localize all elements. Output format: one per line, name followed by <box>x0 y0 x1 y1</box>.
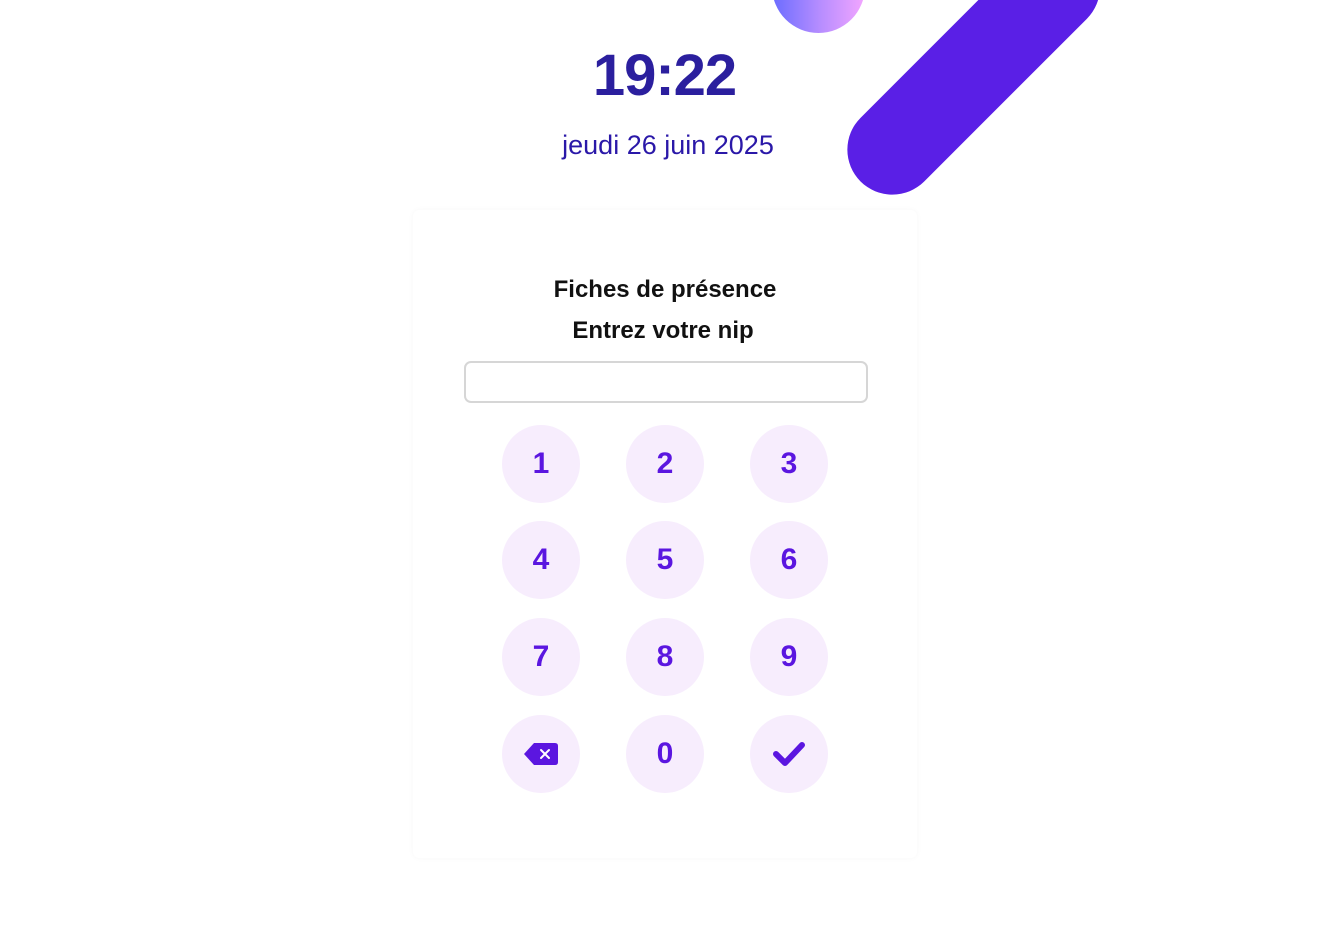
backspace-icon <box>523 742 559 766</box>
keypad-key-3[interactable]: 3 <box>750 425 828 503</box>
keypad-key-4[interactable]: 4 <box>502 521 580 599</box>
card-subtitle: Entrez votre nip <box>572 317 754 344</box>
keypad-key-5[interactable]: 5 <box>626 521 704 599</box>
clock-time: 19:22 <box>592 43 737 108</box>
checkmark-icon <box>772 740 806 768</box>
confirm-button[interactable] <box>750 715 828 793</box>
keypad-key-0[interactable]: 0 <box>626 715 704 793</box>
current-date: jeudi 26 juin 2025 <box>562 130 774 160</box>
backspace-button[interactable] <box>502 715 580 793</box>
lock-screen: 19:22 jeudi 26 juin 2025 Fiches de prése… <box>0 0 1329 928</box>
keypad-key-8[interactable]: 8 <box>626 618 704 696</box>
keypad-key-2[interactable]: 2 <box>626 425 704 503</box>
decorative-circle <box>772 0 865 33</box>
keypad-key-1[interactable]: 1 <box>502 425 580 503</box>
pin-login-card: Fiches de présence Entrez votre nip 1 2 … <box>413 210 917 858</box>
keypad-key-6[interactable]: 6 <box>750 521 828 599</box>
card-title: Fiches de présence <box>553 276 777 303</box>
pin-input[interactable] <box>464 361 868 403</box>
keypad-key-7[interactable]: 7 <box>502 618 580 696</box>
keypad-key-9[interactable]: 9 <box>750 618 828 696</box>
